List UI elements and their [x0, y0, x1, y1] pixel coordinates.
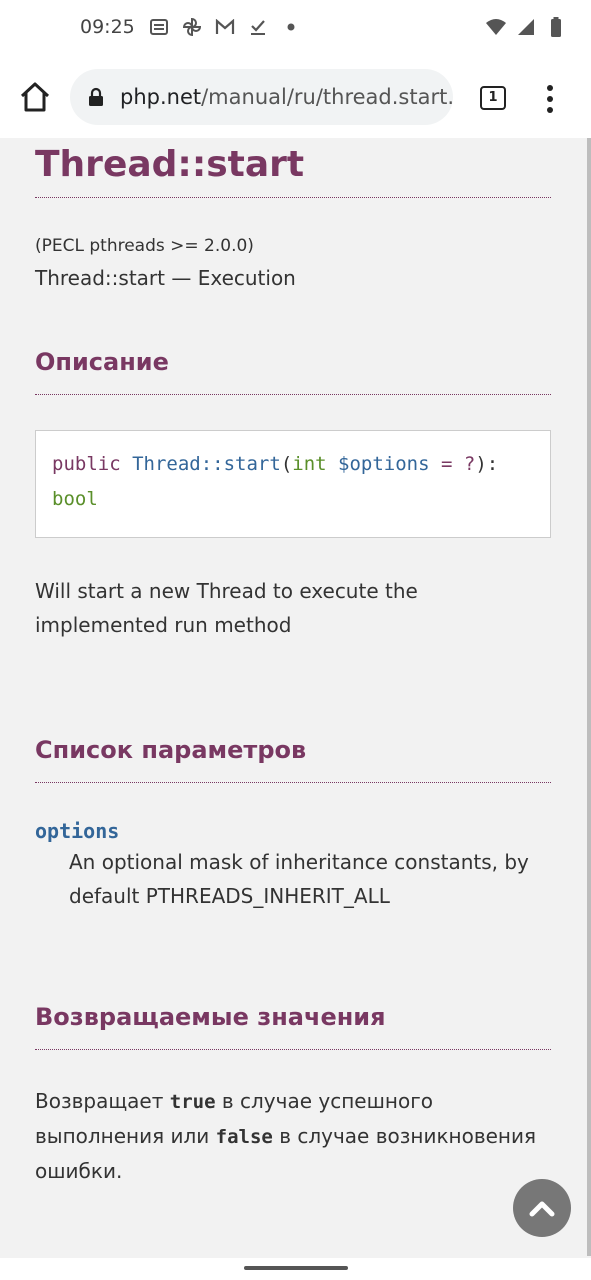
- synopsis-param-type[interactable]: int: [292, 453, 326, 475]
- method-synopsis: public Thread::start(int $options = ?): …: [35, 430, 551, 538]
- scroll-to-top-button[interactable]: [513, 1179, 571, 1237]
- version-info: (PECL pthreads >= 2.0.0): [35, 236, 254, 256]
- parameters-heading: Список параметров: [35, 736, 551, 783]
- signal-icon: [515, 16, 537, 38]
- param-name: options: [35, 819, 120, 843]
- home-icon: [20, 82, 50, 112]
- notification-icons: [148, 16, 302, 38]
- home-button[interactable]: [18, 80, 52, 114]
- more-vert-icon: [547, 85, 553, 113]
- synopsis-method[interactable]: Thread::start: [132, 453, 281, 475]
- url-bar[interactable]: php.net/manual/ru/thread.start.: [70, 69, 453, 125]
- gesture-home-indicator[interactable]: [244, 1266, 348, 1270]
- description-heading: Описание: [35, 348, 551, 395]
- return-values-heading: Возвращаемые значения: [35, 1003, 551, 1050]
- synopsis-open-paren: (: [280, 453, 293, 475]
- synopsis-default: = ?: [429, 453, 476, 475]
- chevron-up-icon: [529, 1201, 555, 1217]
- return-values-text: Возвращает true в случае успешного выпол…: [35, 1084, 551, 1188]
- ref-purpose: Thread::start — Execution: [35, 266, 296, 290]
- pinwheel-icon: [181, 16, 203, 38]
- description-text: Will start a new Thread to execute the i…: [35, 579, 418, 637]
- page-content[interactable]: Thread::start (PECL pthreads >= 2.0.0) T…: [0, 138, 587, 1258]
- return-true: true: [169, 1091, 216, 1113]
- page-title: Thread::start: [35, 144, 551, 198]
- return-prefix: Возвращает: [35, 1089, 170, 1113]
- synopsis-param-var: $options: [338, 453, 430, 475]
- manual-entry: Thread::start (PECL pthreads >= 2.0.0) T…: [35, 138, 551, 1188]
- overflow-menu-button[interactable]: [542, 84, 558, 114]
- synopsis-return-type[interactable]: bool: [52, 488, 98, 510]
- url-host: php.net: [120, 85, 202, 109]
- return-false: false: [215, 1126, 273, 1148]
- synopsis-close: ):: [475, 453, 499, 475]
- synopsis-modifier: public: [52, 453, 121, 475]
- gmail-icon: [214, 16, 236, 38]
- lock-icon: [88, 87, 104, 111]
- url-path: /manual/ru/thread.start.: [201, 85, 453, 109]
- page-scrollbar[interactable]: [587, 138, 591, 1256]
- status-bar: 09:25: [0, 0, 591, 56]
- system-icons: [485, 16, 567, 38]
- news-icon: [148, 16, 170, 38]
- status-time: 09:25: [80, 16, 135, 38]
- dot-icon: [280, 16, 302, 38]
- battery-icon: [545, 16, 567, 38]
- task-check-icon: [247, 16, 269, 38]
- browser-toolbar: php.net/manual/ru/thread.start. 1: [0, 56, 591, 139]
- param-description: An optional mask of inheritance constant…: [69, 850, 529, 908]
- wifi-icon: [485, 16, 507, 38]
- tab-switcher-button[interactable]: 1: [480, 86, 506, 110]
- url-text: php.net/manual/ru/thread.start.: [120, 85, 453, 109]
